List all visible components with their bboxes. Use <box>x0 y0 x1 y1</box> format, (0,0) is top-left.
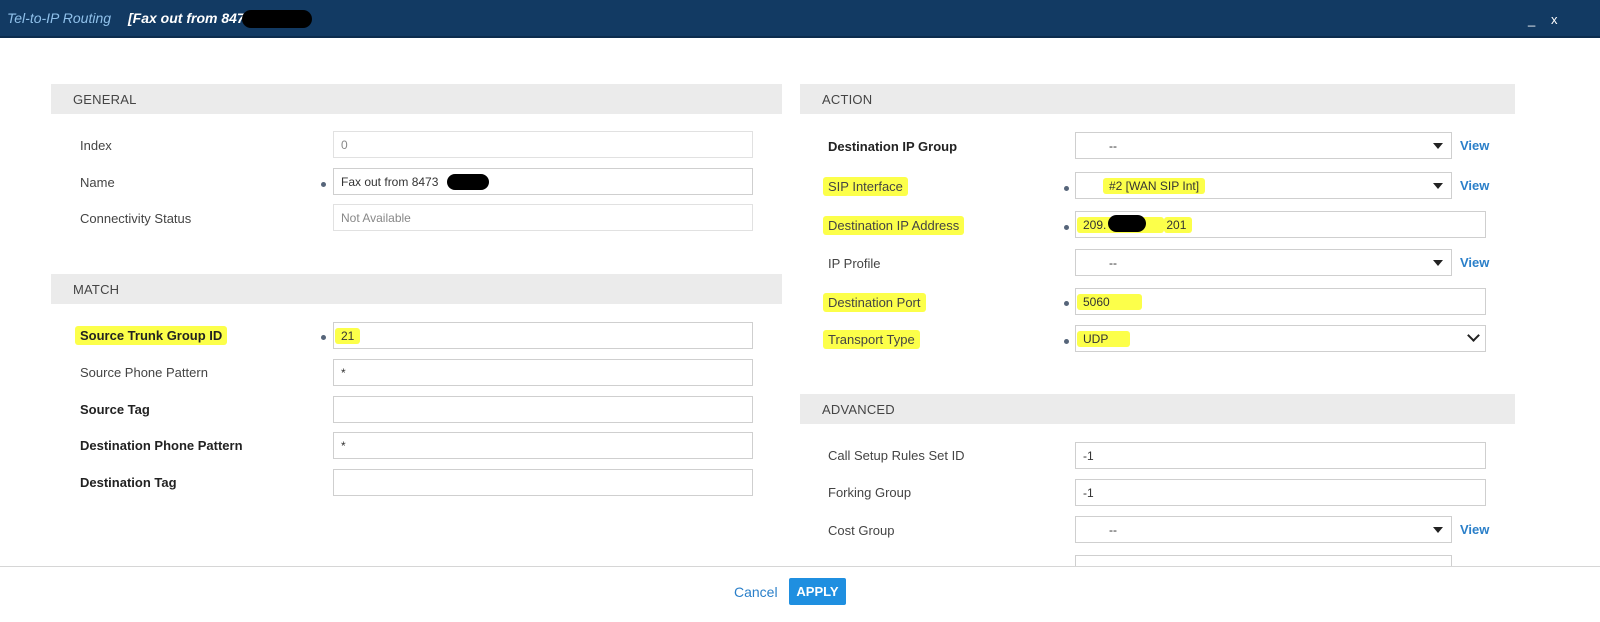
destination-ip-group-label: Destination IP Group <box>828 139 958 154</box>
index-field[interactable]: 0 <box>333 131 753 158</box>
forking-group-label: Forking Group <box>828 485 912 500</box>
cost-group-select[interactable]: -- <box>1075 516 1452 543</box>
call-setup-rules-label: Call Setup Rules Set ID <box>828 448 965 463</box>
close-button[interactable]: x <box>1551 12 1558 27</box>
section-header-action: ACTION <box>800 84 1515 114</box>
next-field-partial[interactable] <box>1075 555 1452 566</box>
section-header-match: MATCH <box>51 274 782 304</box>
destination-ip-group-view-link[interactable]: View <box>1460 138 1489 153</box>
transport-type-select[interactable]: UDP <box>1075 325 1486 352</box>
dialog-titlebar: Tel-to-IP Routing [Fax out from 8473 _ x <box>0 0 1600 38</box>
connectivity-status-label: Connectivity Status <box>80 211 192 226</box>
destination-ip-group-select[interactable]: -- <box>1075 132 1452 159</box>
source-phone-pattern-field[interactable]: * <box>333 359 753 386</box>
destination-port-label: Destination Port <box>823 293 926 312</box>
dropdown-caret-icon <box>1433 143 1443 149</box>
required-dot <box>321 182 326 187</box>
source-tag-label: Source Tag <box>80 402 150 417</box>
chevron-down-icon <box>1467 329 1480 342</box>
sip-interface-view-link[interactable]: View <box>1460 178 1489 193</box>
destination-phone-pattern-field[interactable]: * <box>333 432 753 459</box>
ip-profile-view-link[interactable]: View <box>1460 255 1489 270</box>
ip-profile-label: IP Profile <box>828 256 881 271</box>
dropdown-caret-icon <box>1433 527 1443 533</box>
footer-divider <box>0 566 1600 567</box>
redaction-mark <box>447 174 489 190</box>
dialog-title-entity: [Fax out from 8473 <box>128 10 253 26</box>
dropdown-caret-icon <box>1433 260 1443 266</box>
destination-ip-address-label: Destination IP Address <box>823 216 965 235</box>
connectivity-status-field: Not Available <box>333 204 753 231</box>
redaction-mark <box>1108 215 1146 232</box>
required-dot <box>1064 225 1069 230</box>
section-header-advanced: ADVANCED <box>800 394 1515 424</box>
name-field[interactable]: Fax out from 8473 <box>333 168 753 195</box>
required-dot <box>321 335 326 340</box>
cancel-button[interactable]: Cancel <box>734 584 778 600</box>
call-setup-rules-field[interactable]: -1 <box>1075 442 1486 469</box>
sip-interface-select[interactable]: #2 [WAN SIP Int] <box>1075 172 1452 199</box>
forking-group-field[interactable]: -1 <box>1075 479 1486 506</box>
index-label: Index <box>80 138 112 153</box>
required-dot <box>1064 301 1069 306</box>
name-label: Name <box>80 175 115 190</box>
cost-group-view-link[interactable]: View <box>1460 522 1489 537</box>
redaction-mark <box>242 10 312 28</box>
minimize-button[interactable]: _ <box>1528 12 1535 27</box>
source-phone-pattern-label: Source Phone Pattern <box>80 365 208 380</box>
required-dot <box>1064 186 1069 191</box>
section-header-general: GENERAL <box>51 84 782 114</box>
source-tag-field[interactable] <box>333 396 753 423</box>
destination-port-field[interactable]: 5060 <box>1075 288 1486 315</box>
sip-interface-label: SIP Interface <box>823 177 908 196</box>
source-trunk-group-label: Source Trunk Group ID <box>75 326 228 345</box>
dropdown-caret-icon <box>1433 183 1443 189</box>
transport-type-label: Transport Type <box>823 330 920 349</box>
destination-tag-label: Destination Tag <box>80 475 177 490</box>
dialog-title-section: Tel-to-IP Routing <box>7 10 112 26</box>
cost-group-label: Cost Group <box>828 523 895 538</box>
destination-tag-field[interactable] <box>333 469 753 496</box>
apply-button[interactable]: APPLY <box>789 578 846 605</box>
required-dot <box>1064 339 1069 344</box>
destination-phone-pattern-label: Destination Phone Pattern <box>80 438 243 453</box>
ip-profile-select[interactable]: -- <box>1075 249 1452 276</box>
source-trunk-group-field[interactable]: 21 <box>333 322 753 349</box>
